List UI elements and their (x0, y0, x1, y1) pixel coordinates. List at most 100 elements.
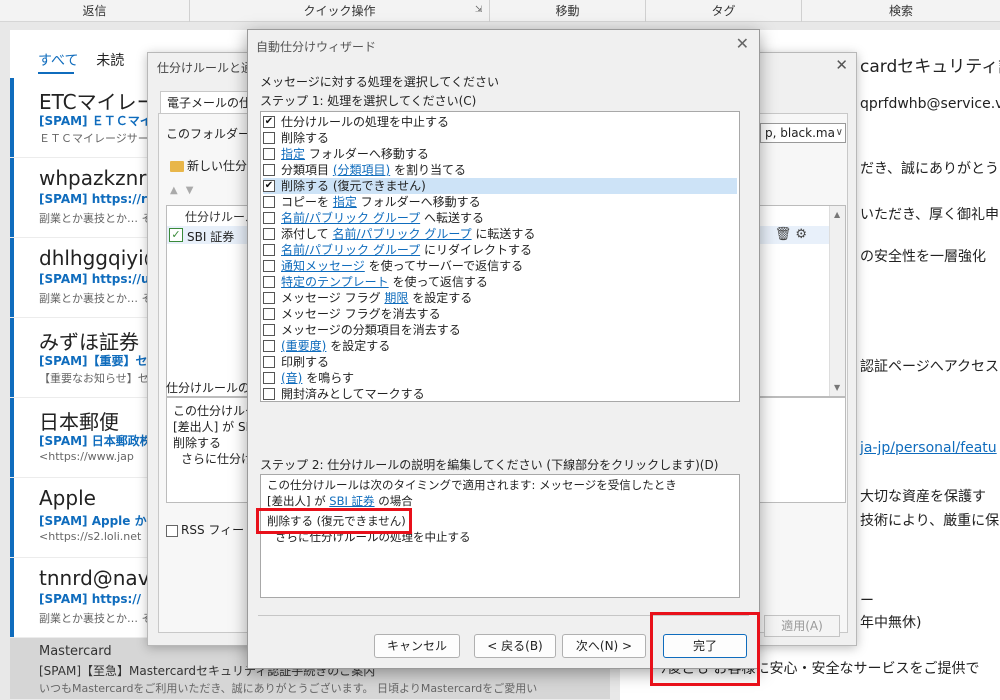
rss-checkbox[interactable]: RSS フィード (166, 521, 256, 538)
action-item[interactable]: 名前/パブリック グループ にリダイレクトする (263, 242, 737, 258)
action-checkbox[interactable] (263, 164, 275, 176)
apply-button[interactable]: 適用(A) (764, 615, 840, 637)
back-button[interactable]: < 戻る(B) (474, 634, 556, 658)
mail-preview: ＥＴＣマイレージサービ (39, 132, 160, 145)
action-item[interactable]: コピーを 指定 フォルダーへ移動する (263, 194, 737, 210)
move-up-icon[interactable]: ▲ (170, 185, 186, 196)
action-checkbox[interactable] (263, 212, 275, 224)
action-item[interactable]: 通知メッセージ を使ってサーバーで返信する (263, 258, 737, 274)
action-checkbox[interactable]: ✔ (263, 180, 275, 192)
move-down-icon[interactable]: ▼ (186, 185, 202, 196)
ribbon-group-reply[interactable]: 返信 (0, 0, 190, 22)
action-checkbox[interactable] (263, 356, 275, 368)
action-item[interactable]: ✔ 仕分けルールの処理を中止する (263, 114, 737, 130)
action-link[interactable]: 特定のテンプレート (281, 275, 389, 289)
action-item[interactable]: 分類項目 (分類項目) を割り当てる (263, 162, 737, 178)
action-checkbox[interactable] (263, 388, 275, 400)
action-label: 添付して 名前/パブリック グループ に転送する (281, 226, 535, 242)
new-rule-button[interactable]: 新しい仕分 (170, 157, 247, 174)
action-link[interactable]: 通知メッセージ (281, 259, 365, 273)
action-item[interactable]: 添付して 名前/パブリック グループ に転送する (263, 226, 737, 242)
action-item[interactable]: 指定 フォルダーへ移動する (263, 146, 737, 162)
message-body-line: いただき、厚く御礼申し (860, 207, 1000, 223)
action-checkbox[interactable] (263, 196, 275, 208)
action-checkbox[interactable] (263, 228, 275, 240)
action-link[interactable]: 名前/パブリック グループ (332, 227, 471, 241)
action-label: コピーを 指定 フォルダーへ移動する (281, 194, 481, 210)
action-item[interactable]: 印刷する (263, 354, 737, 370)
action-item[interactable]: ✔ 削除する (復元できません) (263, 178, 737, 194)
mail-subject: [SPAM] https:// (39, 592, 142, 606)
action-item[interactable]: (音) を鳴らす (263, 370, 737, 386)
action-link[interactable]: 期限 (384, 291, 408, 305)
action-link[interactable]: (音) (281, 371, 302, 385)
ribbon-group-tags[interactable]: タグ (646, 0, 802, 22)
tab-all[interactable]: すべて (38, 50, 78, 70)
next-button[interactable]: 次へ(N) > (562, 634, 646, 658)
action-link[interactable]: 名前/パブリック グループ (281, 243, 420, 257)
scroll-down-icon[interactable]: ▼ (834, 383, 840, 392)
action-checkbox[interactable] (263, 308, 275, 320)
dialog-launcher-icon[interactable]: ⇲ (475, 5, 483, 15)
rss-label: RSS フィード (181, 523, 257, 537)
rule-enabled-checkbox[interactable]: ✓ (169, 228, 183, 242)
mail-preview: <https://www.jap (39, 450, 134, 463)
rule-description-line: [差出人] が SBI 証券 の場合 (267, 493, 413, 509)
action-label: メッセージ フラグを消去する (281, 306, 441, 322)
scroll-up-icon[interactable]: ▲ (834, 210, 840, 219)
action-checkbox[interactable] (263, 260, 275, 272)
message-link[interactable]: ja-jp/personal/featu (860, 440, 997, 456)
action-checkbox[interactable]: ✔ (263, 116, 275, 128)
action-label: 仕分けルールの処理を中止する (281, 114, 449, 130)
action-item[interactable]: メッセージ フラグを消去する (263, 306, 737, 322)
action-checkbox[interactable] (263, 148, 275, 160)
action-label: 特定のテンプレート を使って返信する (281, 274, 488, 290)
action-item[interactable]: (重要度) を設定する (263, 338, 737, 354)
message-body-line: 年中無休) (860, 615, 922, 631)
close-icon[interactable]: ✕ (835, 56, 848, 74)
step2-label: ステップ 2: 仕分けルールの説明を編集してください (下線部分をクリックします… (260, 458, 719, 472)
action-checkbox[interactable] (263, 292, 275, 304)
unread-indicator (10, 78, 14, 157)
rules-list-scrollbar[interactable]: ▲ ▼ (829, 206, 845, 396)
action-text: を使って返信する (388, 275, 488, 289)
action-checkbox[interactable] (263, 276, 275, 288)
action-item[interactable]: メッセージの分類項目を消去する (263, 322, 737, 338)
mail-subject: [SPAM] https://u (39, 272, 150, 286)
highlight-box (650, 612, 760, 686)
trash-icon[interactable]: 🗑 (775, 227, 792, 242)
action-link[interactable]: (重要度) (281, 339, 326, 353)
action-checkbox[interactable] (263, 324, 275, 336)
action-link[interactable]: 名前/パブリック グループ (281, 211, 420, 225)
sender-link[interactable]: SBI 証券 (329, 494, 374, 508)
action-item[interactable]: メッセージ フラグ 期限 を設定する (263, 290, 737, 306)
mail-preview: 副業とか裏技とか… そ (39, 212, 153, 225)
account-select[interactable]: p, black.ma ∨ (760, 123, 846, 143)
action-label: メッセージの分類項目を消去する (281, 322, 461, 338)
tab-unread[interactable]: 未読 (96, 50, 124, 70)
unread-indicator (10, 238, 14, 317)
action-item[interactable]: 特定のテンプレート を使って返信する (263, 274, 737, 290)
action-checkbox[interactable] (263, 372, 275, 384)
mail-sender: Mastercard (39, 644, 112, 659)
move-rule-arrows[interactable]: ▲▼ (170, 185, 201, 196)
action-item[interactable]: 開封済みとしてマークする (263, 386, 737, 401)
ribbon-group-search[interactable]: 検索 (802, 0, 1000, 22)
action-item[interactable]: 名前/パブリック グループ へ転送する (263, 210, 737, 226)
action-link[interactable]: 指定 (333, 195, 357, 209)
cancel-button[interactable]: キャンセル (374, 634, 460, 658)
action-label: (重要度) を設定する (281, 338, 390, 354)
action-checkbox[interactable] (263, 340, 275, 352)
ribbon-group-move[interactable]: 移動 (490, 0, 646, 22)
action-checkbox[interactable] (263, 132, 275, 144)
action-checkbox[interactable] (263, 244, 275, 256)
mail-preview: <https://s2.loli.net (39, 530, 142, 543)
close-icon[interactable]: ✕ (736, 34, 749, 53)
mail-subject: [SPAM] Apple から (39, 514, 159, 528)
checkbox-box[interactable] (166, 524, 178, 537)
action-link[interactable]: (分類項目) (333, 163, 390, 177)
ribbon-group-quick-steps[interactable]: クイック操作 (190, 0, 490, 22)
tools-icon[interactable]: ⚙ (795, 227, 807, 242)
action-item[interactable]: 削除する (263, 130, 737, 146)
action-link[interactable]: 指定 (281, 147, 305, 161)
